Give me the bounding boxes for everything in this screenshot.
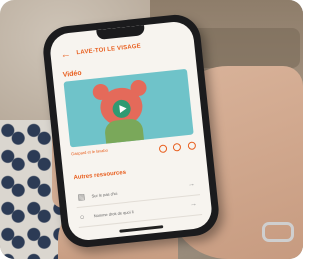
chevron-right-icon: → bbox=[189, 200, 198, 209]
back-button[interactable]: ← bbox=[60, 49, 71, 61]
chevron-right-icon: → bbox=[187, 180, 196, 189]
play-triangle bbox=[119, 104, 128, 114]
bear-body bbox=[103, 117, 145, 148]
home-indicator[interactable] bbox=[119, 225, 164, 233]
document-icon: ▤ bbox=[77, 192, 86, 202]
phone-screen: ← LAVE-TOI LE VISAGE Vidéo Gaspard et le… bbox=[48, 20, 214, 242]
video-actions bbox=[156, 136, 197, 158]
video-player[interactable] bbox=[63, 68, 194, 148]
photo-background: ← LAVE-TOI LE VISAGE Vidéo Gaspard et le… bbox=[0, 0, 303, 259]
video-section-label: Vidéo bbox=[62, 69, 83, 79]
background-furniture bbox=[190, 28, 300, 68]
resource-label: Nomme droit de quoi il bbox=[93, 209, 134, 219]
page-title: LAVE-TOI LE VISAGE bbox=[76, 43, 142, 57]
resource-label: Sur le pas d'ici bbox=[91, 190, 118, 199]
audio-icon: ○ bbox=[79, 212, 86, 222]
ring bbox=[262, 222, 294, 242]
video-caption: Gaspard et le lavabo bbox=[70, 147, 109, 157]
download-icon[interactable] bbox=[187, 141, 197, 151]
smartphone: ← LAVE-TOI LE VISAGE Vidéo Gaspard et le… bbox=[40, 12, 222, 250]
resources-section-label: Autres ressources bbox=[73, 169, 127, 182]
phone-notch bbox=[96, 25, 146, 41]
share-icon[interactable] bbox=[173, 142, 182, 152]
like-icon[interactable] bbox=[158, 144, 168, 154]
app-header: ← LAVE-TOI LE VISAGE bbox=[50, 34, 195, 65]
